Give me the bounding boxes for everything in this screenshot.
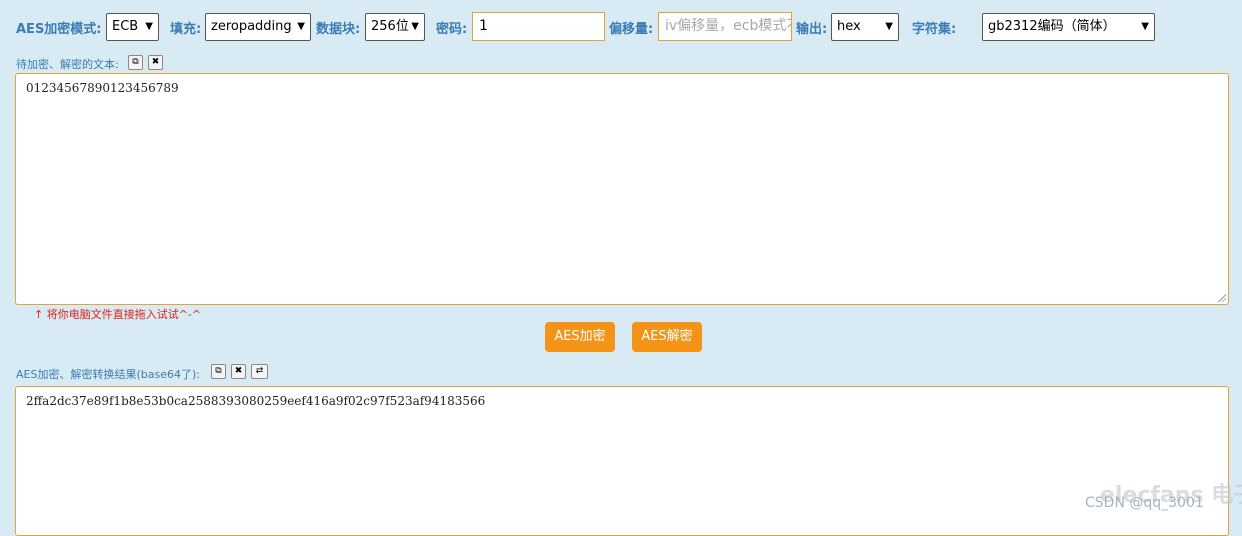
mode-select[interactable]: ECB ▼ — [106, 13, 159, 41]
copy-icon[interactable]: ⧉ — [211, 364, 226, 379]
chevron-down-icon: ▼ — [885, 21, 893, 32]
charset-label: 字符集: — [912, 22, 957, 37]
drag-hint: ↑ 将你电脑文件直接拖入试试^-^ — [34, 308, 202, 321]
block-label: 数据块: — [316, 22, 361, 37]
resize-handle[interactable] — [1218, 294, 1226, 302]
output-label: 输出: — [796, 22, 828, 37]
swap-icon[interactable]: ⇄ — [251, 364, 268, 379]
output-select[interactable]: hex ▼ — [831, 13, 899, 41]
chevron-down-icon: ▼ — [145, 21, 153, 32]
mode-value: ECB — [112, 19, 139, 34]
padding-label: 填充: — [170, 22, 202, 37]
settings-toolbar: AES加密模式: ECB ▼ 填充: zeropadding ▼ 数据块: 25… — [0, 0, 1242, 54]
watermark-text: CSDN @qq_3001 — [1085, 495, 1204, 511]
input-text: 01234567890123456789 — [26, 81, 179, 95]
clear-icon[interactable]: ✖ — [231, 364, 246, 379]
block-value: 256位 — [371, 19, 409, 34]
key-label: 密码: — [436, 22, 468, 37]
encrypt-button[interactable]: AES加密 — [545, 322, 615, 352]
iv-input[interactable]: iv偏移量，ecb模式不用填写 — [658, 12, 792, 41]
chevron-down-icon: ▼ — [297, 21, 305, 32]
chevron-down-icon: ▼ — [411, 21, 419, 32]
block-select[interactable]: 256位 ▼ — [365, 13, 425, 41]
copy-icon[interactable]: ⧉ — [128, 55, 143, 70]
input-textarea[interactable]: 01234567890123456789 — [15, 73, 1229, 305]
output-textarea[interactable]: 2ffa2dc37e89f1b8e53b0ca2588393080259eef4… — [15, 386, 1229, 536]
chevron-down-icon: ▼ — [1141, 21, 1149, 32]
input-label: 待加密、解密的文本: — [16, 58, 119, 71]
clear-icon[interactable]: ✖ — [148, 55, 163, 70]
padding-select[interactable]: zeropadding ▼ — [205, 13, 311, 41]
mode-label: AES加密模式: — [16, 22, 102, 37]
charset-value: gb2312编码（简体） — [988, 19, 1116, 34]
key-input[interactable]: 1 — [472, 12, 605, 41]
iv-label: 偏移量: — [609, 22, 654, 37]
output-text: 2ffa2dc37e89f1b8e53b0ca2588393080259eef4… — [26, 394, 486, 408]
output-value: hex — [837, 19, 861, 34]
charset-select[interactable]: gb2312编码（简体） ▼ — [982, 13, 1155, 41]
decrypt-button[interactable]: AES解密 — [632, 322, 702, 352]
padding-value: zeropadding — [211, 19, 292, 34]
output-section-label: AES加密、解密转换结果(base64了): — [16, 368, 200, 381]
